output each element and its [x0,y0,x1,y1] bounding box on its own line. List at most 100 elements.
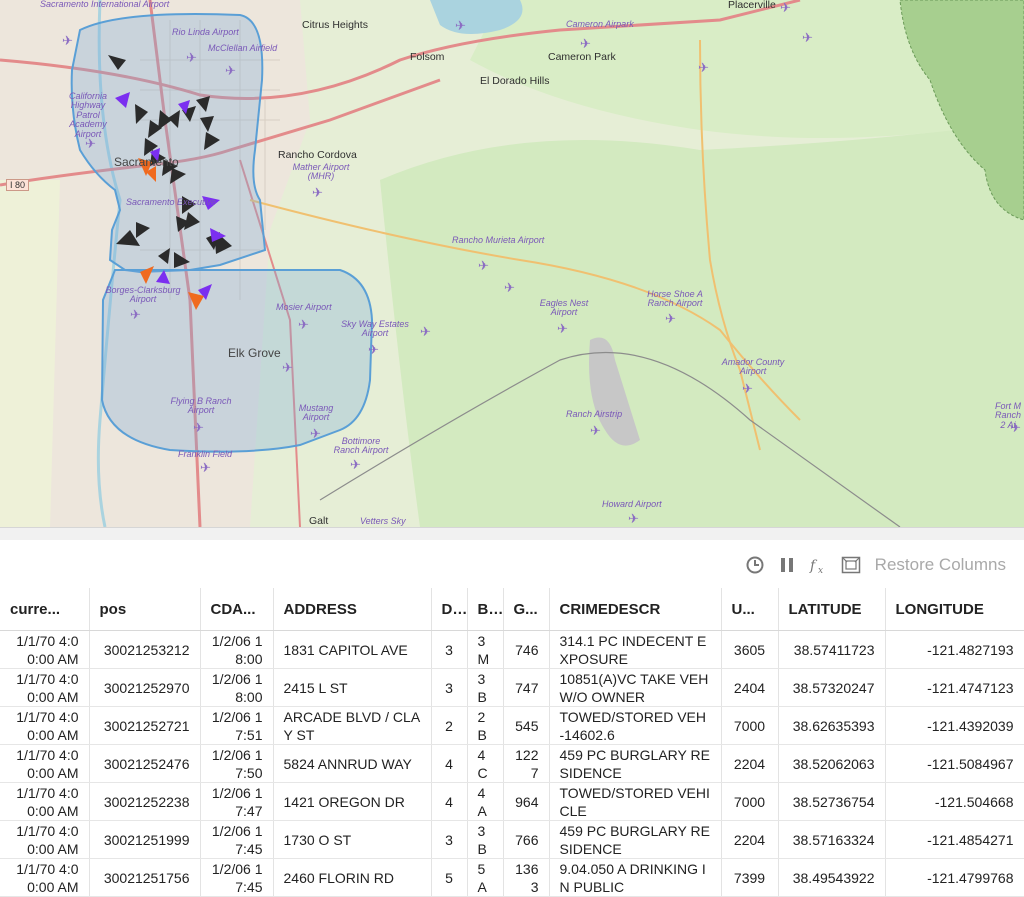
table-row[interactable]: 1/1/70 4:00:00 AM 30021251999 1/2/06 17:45… [0,820,1024,859]
cell-crimedescr[interactable]: TOWED/STORED VEHICLE [549,782,722,821]
cell-ucr[interactable]: 2204 [721,820,779,859]
cell-beat[interactable]: 3B [467,668,504,707]
cell-beat[interactable]: 3M [467,630,504,669]
cell-pos[interactable]: 30021252970 [89,668,201,707]
cell-district[interactable]: 4 [431,782,468,821]
cell-latitude[interactable]: 38.57163324 [778,820,886,859]
cell-beat[interactable]: 4A [467,782,504,821]
map-view[interactable]: ✈ ✈ ✈ ✈ ✈ ✈ ✈ ✈ ✈ ✈ ✈ ✈ ✈ ✈ ✈ ✈ ✈ ✈ ✈ ✈ ✈ ✈ ✈ ✈ ✈ ✈ ✈ [0,0,1024,527]
cell-address[interactable]: 2460 FLORIN RD [273,858,432,897]
cell-cdatetime[interactable]: 1/2/06 17:50 [200,744,274,783]
cell-longitude[interactable]: -121.5084967 [885,744,1024,783]
cell-ucr[interactable]: 2404 [721,668,779,707]
clock-icon[interactable] [745,555,765,575]
cell-latitude[interactable]: 38.52062063 [778,744,886,783]
cell-beat[interactable]: 3B [467,820,504,859]
cell-crimedescr[interactable]: TOWED/STORED VEH-14602.6 [549,706,722,745]
cell-pos[interactable]: 30021251999 [89,820,201,859]
cell-current[interactable]: 1/1/70 4:00:00 AM [0,820,90,859]
cell-grid[interactable]: 1363 [503,858,550,897]
formula-icon[interactable]: fx [809,555,829,575]
cell-beat[interactable]: 2B [467,706,504,745]
restore-columns-button[interactable]: Restore Columns [875,555,1006,575]
cell-crimedescr[interactable]: 10851(A)VC TAKE VEH W/O OWNER [549,668,722,707]
cell-ucr[interactable]: 2204 [721,744,779,783]
cell-current[interactable]: 1/1/70 4:00:00 AM [0,706,90,745]
table-row[interactable]: 1/1/70 4:00:00 AM 30021253212 1/2/06 18:00… [0,630,1024,669]
table-row[interactable]: 1/1/70 4:00:00 AM 30021252238 1/2/06 17:47… [0,782,1024,821]
cell-cdatetime[interactable]: 1/2/06 17:45 [200,820,274,859]
cell-pos[interactable]: 30021252476 [89,744,201,783]
pause-icon[interactable] [777,555,797,575]
cell-grid[interactable]: 964 [503,782,550,821]
cell-address[interactable]: 1421 OREGON DR [273,782,432,821]
cell-grid[interactable]: 766 [503,820,550,859]
cell-latitude[interactable]: 38.49543922 [778,858,886,897]
cell-ucr[interactable]: 7000 [721,706,779,745]
cell-latitude[interactable]: 38.52736754 [778,782,886,821]
cell-longitude[interactable]: -121.4392039 [885,706,1024,745]
cell-ucr[interactable]: 7000 [721,782,779,821]
cell-longitude[interactable]: -121.504668 [885,782,1024,821]
cell-crimedescr[interactable]: 9.04.050 A DRINKING IN PUBLIC [549,858,722,897]
cell-address[interactable]: 5824 ANNRUD WAY [273,744,432,783]
column-header-ucr[interactable]: U... [721,588,779,631]
cell-longitude[interactable]: -121.4854271 [885,820,1024,859]
cell-district[interactable]: 4 [431,744,468,783]
table-row[interactable]: 1/1/70 4:00:00 AM 30021251756 1/2/06 17:45… [0,858,1024,897]
cell-pos[interactable]: 30021253212 [89,630,201,669]
column-header-pos[interactable]: pos [89,588,201,631]
cell-address[interactable]: 2415 L ST [273,668,432,707]
cell-cdatetime[interactable]: 1/2/06 18:00 [200,668,274,707]
cell-cdatetime[interactable]: 1/2/06 17:45 [200,858,274,897]
cell-pos[interactable]: 30021252721 [89,706,201,745]
cell-cdatetime[interactable]: 1/2/06 18:00 [200,630,274,669]
column-header-cdatetime[interactable]: CDA... [200,588,274,631]
table-row[interactable]: 1/1/70 4:00:00 AM 30021252970 1/2/06 18:00… [0,668,1024,707]
cell-longitude[interactable]: -121.4827193 [885,630,1024,669]
cell-latitude[interactable]: 38.57411723 [778,630,886,669]
cell-grid[interactable]: 1227 [503,744,550,783]
cell-current[interactable]: 1/1/70 4:00:00 AM [0,782,90,821]
cell-current[interactable]: 1/1/70 4:00:00 AM [0,668,90,707]
cell-current[interactable]: 1/1/70 4:00:00 AM [0,858,90,897]
cell-pos[interactable]: 30021252238 [89,782,201,821]
table-row[interactable]: 1/1/70 4:00:00 AM 30021252721 1/2/06 17:51… [0,706,1024,745]
panel-divider[interactable] [0,527,1024,540]
cell-district[interactable]: 3 [431,820,468,859]
cell-grid[interactable]: 545 [503,706,550,745]
cell-address[interactable]: 1730 O ST [273,820,432,859]
column-header-district[interactable]: DIS [431,588,468,631]
cell-district[interactable]: 3 [431,630,468,669]
cell-latitude[interactable]: 38.62635393 [778,706,886,745]
column-header-grid[interactable]: G... [503,588,550,631]
table-row[interactable]: 1/1/70 4:00:00 AM 30021252476 1/2/06 17:50… [0,744,1024,783]
cell-ucr[interactable]: 3605 [721,630,779,669]
column-header-address[interactable]: ADDRESS [273,588,432,631]
cell-crimedescr[interactable]: 459 PC BURGLARY RESIDENCE [549,820,722,859]
column-header-latitude[interactable]: LATITUDE [778,588,886,631]
cell-pos[interactable]: 30021251756 [89,858,201,897]
cell-crimedescr[interactable]: 459 PC BURGLARY RESIDENCE [549,744,722,783]
cell-ucr[interactable]: 7399 [721,858,779,897]
cell-longitude[interactable]: -121.4799768 [885,858,1024,897]
cell-cdatetime[interactable]: 1/2/06 17:51 [200,706,274,745]
cell-address[interactable]: ARCADE BLVD / CLAY ST [273,706,432,745]
column-header-beat[interactable]: BEA [467,588,504,631]
cell-beat[interactable]: 4C [467,744,504,783]
cell-latitude[interactable]: 38.57320247 [778,668,886,707]
cell-district[interactable]: 2 [431,706,468,745]
column-header-current[interactable]: curre... [0,588,90,631]
fit-columns-icon[interactable] [841,555,861,575]
cell-cdatetime[interactable]: 1/2/06 17:47 [200,782,274,821]
cell-district[interactable]: 5 [431,858,468,897]
cell-district[interactable]: 3 [431,668,468,707]
column-header-crimedescr[interactable]: CRIMEDESCR [549,588,722,631]
cell-beat[interactable]: 5A [467,858,504,897]
cell-current[interactable]: 1/1/70 4:00:00 AM [0,744,90,783]
cell-crimedescr[interactable]: 314.1 PC INDECENT EXPOSURE [549,630,722,669]
cell-address[interactable]: 1831 CAPITOL AVE [273,630,432,669]
cell-current[interactable]: 1/1/70 4:00:00 AM [0,630,90,669]
column-header-longitude[interactable]: LONGITUDE [885,588,1024,631]
cell-grid[interactable]: 746 [503,630,550,669]
